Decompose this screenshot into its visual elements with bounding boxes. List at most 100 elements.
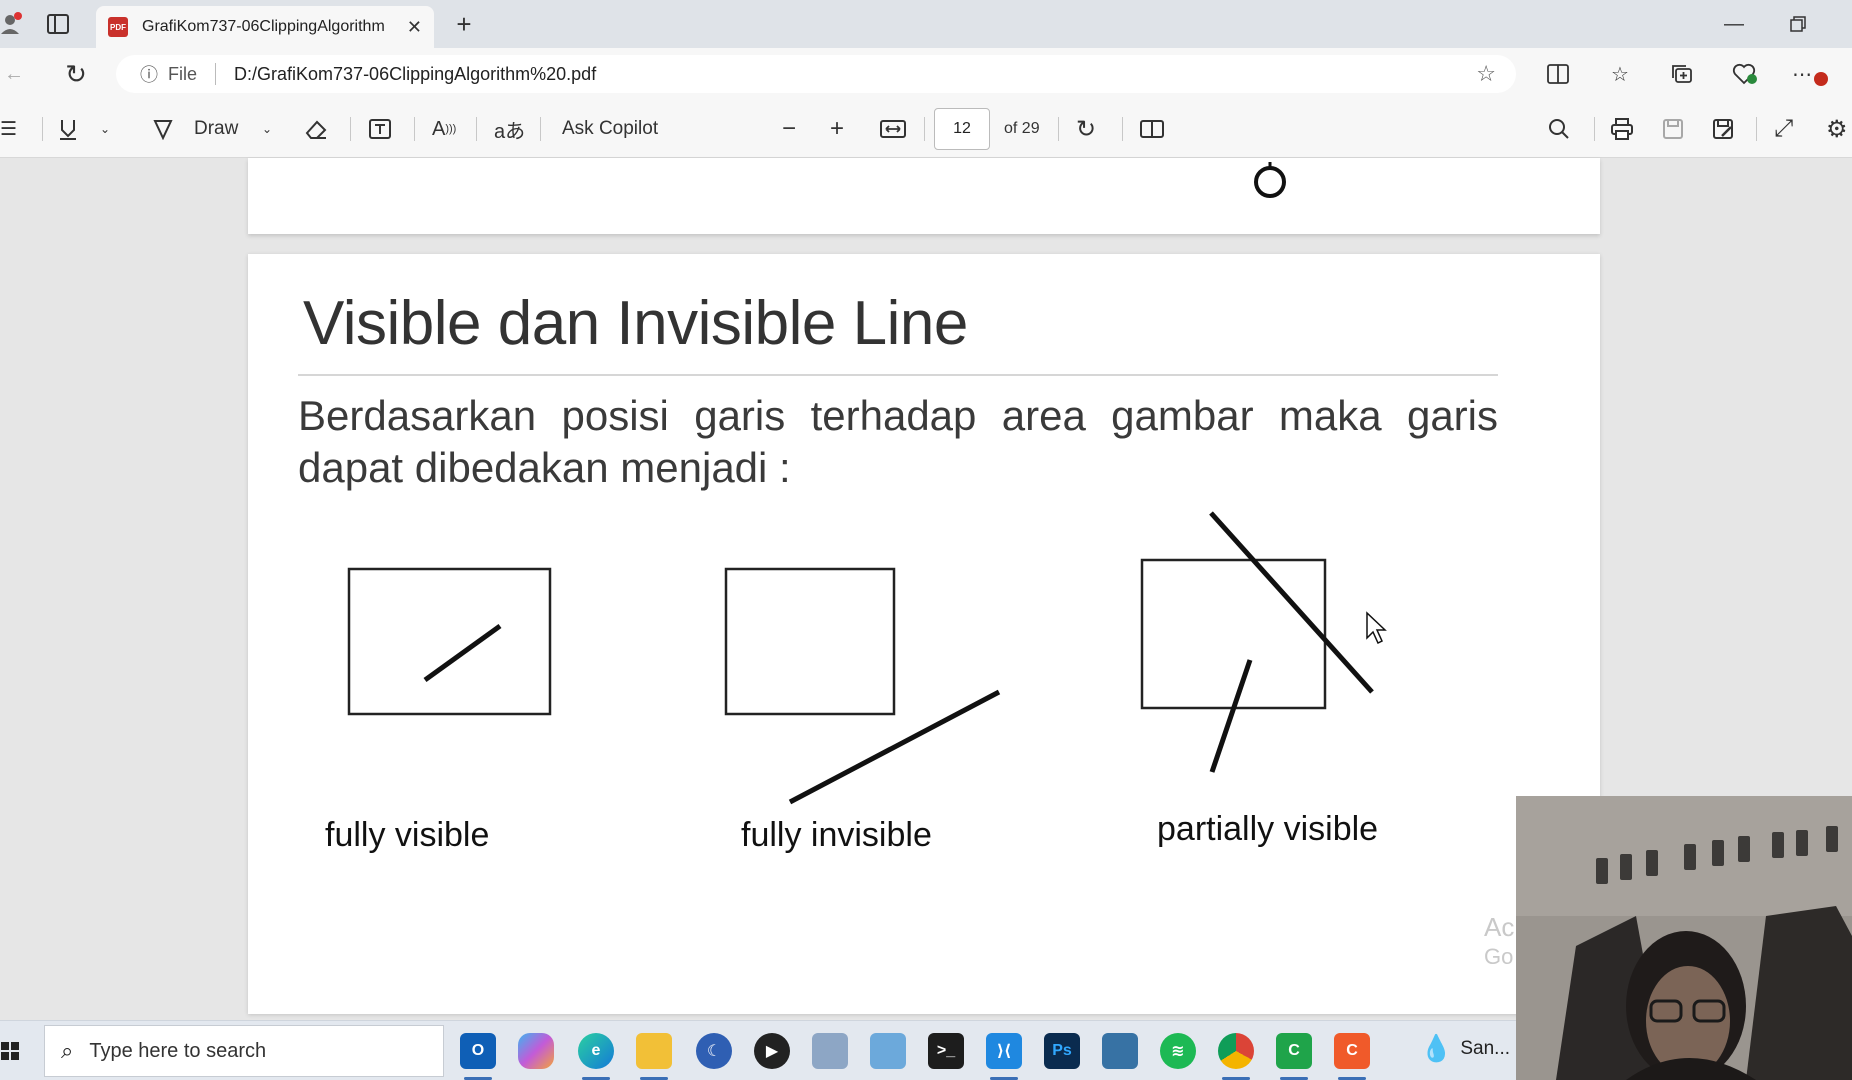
toolbar-divider bbox=[1122, 117, 1123, 141]
more-options-icon[interactable]: ⋯ bbox=[1792, 60, 1828, 88]
new-tab-icon[interactable]: + bbox=[448, 8, 480, 40]
page-view-icon[interactable] bbox=[1140, 100, 1168, 158]
address-url[interactable]: D:/GrafiKom737-06ClippingAlgorithm%20.pd… bbox=[234, 64, 596, 85]
browser-essentials-icon[interactable] bbox=[1730, 60, 1760, 88]
browser-icon[interactable]: ☾ bbox=[696, 1033, 732, 1069]
address-toolbar: ← ↻ ⓘ File D:/GrafiKom737-06ClippingAlgo… bbox=[0, 48, 1852, 100]
caption-fully-invisible: fully invisible bbox=[741, 816, 932, 854]
toolbar-divider bbox=[414, 117, 415, 141]
profile-icon[interactable] bbox=[0, 10, 24, 38]
taskbar-search-box[interactable]: ⌕ Type here to search bbox=[44, 1025, 444, 1077]
eraser-icon[interactable] bbox=[304, 100, 332, 158]
info-icon[interactable]: ⓘ bbox=[140, 61, 158, 87]
toolbar-divider bbox=[924, 117, 925, 141]
app-icon[interactable] bbox=[812, 1033, 848, 1069]
browser-tab-bar: PDF GrafiKom737-06ClippingAlgorithm ✕ + … bbox=[0, 0, 1852, 48]
clip-window-3 bbox=[1140, 558, 1327, 710]
search-icon: ⌕ bbox=[61, 1038, 74, 1063]
tab-close-icon[interactable]: ✕ bbox=[407, 17, 422, 38]
pdf-icon: PDF bbox=[108, 17, 128, 37]
address-prefix: File bbox=[168, 63, 198, 84]
fit-width-icon[interactable] bbox=[880, 100, 910, 158]
draw-icon[interactable] bbox=[152, 100, 178, 158]
clip-window-1 bbox=[347, 567, 552, 716]
print-icon[interactable] bbox=[1610, 100, 1638, 158]
webcam-image bbox=[1516, 796, 1852, 1080]
webcam-overlay bbox=[1516, 796, 1852, 1080]
line-partially-visible-2 bbox=[1209, 659, 1253, 773]
app-orange-icon[interactable]: C bbox=[1334, 1033, 1370, 1080]
draw-dropdown-icon[interactable]: ⌄ bbox=[262, 100, 272, 158]
add-text-icon[interactable] bbox=[368, 100, 396, 158]
outlook-icon[interactable]: O bbox=[460, 1033, 496, 1080]
pdf-toolbar: ☰ ⌄ Draw ⌄ A))) aあ Ask Copilot − + 12 of… bbox=[0, 100, 1852, 158]
restore-icon[interactable] bbox=[1784, 10, 1812, 38]
clipping-diagram bbox=[347, 511, 1387, 805]
remote-desktop-icon[interactable] bbox=[870, 1033, 906, 1069]
tab-active[interactable]: PDF GrafiKom737-06ClippingAlgorithm ✕ bbox=[96, 6, 434, 48]
weather-widget[interactable]: 💧 San... bbox=[1420, 1033, 1510, 1064]
rotate-icon[interactable]: ↻ bbox=[1076, 100, 1096, 158]
windows-taskbar: ⌕ Type here to search O e ☾ ▶ >_ ⟩⟨ Ps ≋… bbox=[0, 1020, 1516, 1080]
line-partially-visible-1 bbox=[1209, 511, 1374, 694]
read-aloud-icon[interactable]: A))) bbox=[432, 100, 456, 158]
tab-actions-icon[interactable] bbox=[44, 10, 72, 38]
collections-icon[interactable] bbox=[1668, 60, 1696, 88]
vscode-icon[interactable]: ⟩⟨ bbox=[986, 1033, 1022, 1080]
highlight-icon[interactable] bbox=[58, 100, 84, 158]
favorite-star-icon[interactable]: ☆ bbox=[1476, 61, 1496, 87]
rain-drop-icon: 💧 bbox=[1420, 1033, 1453, 1063]
toolbar-divider bbox=[1058, 117, 1059, 141]
zoom-in-icon[interactable]: + bbox=[830, 100, 844, 158]
translate-icon[interactable]: aあ bbox=[494, 100, 525, 158]
zoom-out-icon[interactable]: − bbox=[782, 100, 796, 158]
refresh-icon[interactable]: ↻ bbox=[60, 58, 92, 90]
address-bar[interactable]: ⓘ File D:/GrafiKom737-06ClippingAlgorith… bbox=[116, 55, 1516, 93]
line-fully-visible bbox=[423, 623, 502, 683]
toolbar-divider bbox=[1594, 117, 1595, 141]
pdf-page: Visible dan Invisible Line Berdasarkan p… bbox=[248, 254, 1600, 1014]
windows-start-icon[interactable] bbox=[0, 1037, 20, 1065]
tab-title: GrafiKom737-06ClippingAlgorithm bbox=[142, 18, 385, 35]
chrome-icon[interactable] bbox=[1218, 1033, 1254, 1080]
spotify-icon[interactable]: ≋ bbox=[1160, 1033, 1196, 1069]
media-player-icon[interactable]: ▶ bbox=[754, 1033, 790, 1069]
clip-window-2 bbox=[724, 567, 896, 716]
split-screen-icon[interactable] bbox=[1544, 60, 1572, 88]
search-icon[interactable] bbox=[1548, 100, 1574, 158]
terminal-icon[interactable]: >_ bbox=[928, 1033, 964, 1069]
toolbar-divider bbox=[540, 117, 541, 141]
contents-icon[interactable]: ☰ bbox=[0, 100, 26, 158]
draw-label[interactable]: Draw bbox=[194, 100, 238, 158]
settings-gear-icon[interactable]: ⚙ bbox=[1826, 100, 1848, 158]
page-number-input[interactable]: 12 bbox=[934, 108, 990, 150]
total-pages: of 29 bbox=[1004, 120, 1040, 137]
edge-icon[interactable]: e bbox=[578, 1033, 614, 1080]
minimize-icon[interactable]: — bbox=[1720, 10, 1748, 38]
previous-page-mark bbox=[1254, 162, 1286, 198]
activation-watermark-line1: Ac bbox=[1484, 912, 1515, 942]
favorites-icon[interactable]: ☆ bbox=[1606, 60, 1634, 88]
photoshop-icon[interactable]: Ps bbox=[1044, 1033, 1080, 1069]
ask-copilot-button[interactable]: Ask Copilot bbox=[562, 100, 658, 158]
save-as-icon[interactable] bbox=[1712, 100, 1740, 158]
activation-watermark-line2: Go bbox=[1484, 944, 1514, 969]
app-green-icon[interactable]: C bbox=[1276, 1033, 1312, 1080]
back-icon[interactable]: ← bbox=[0, 60, 28, 88]
caption-fully-visible: fully visible bbox=[325, 816, 490, 854]
fullscreen-icon[interactable]: ⤢ bbox=[1774, 100, 1793, 158]
toolbar-divider bbox=[476, 117, 477, 141]
file-explorer-icon[interactable] bbox=[636, 1033, 672, 1080]
toolbar-divider bbox=[350, 117, 351, 141]
copilot-icon[interactable] bbox=[518, 1033, 554, 1069]
search-placeholder: Type here to search bbox=[89, 1039, 267, 1062]
address-separator bbox=[215, 63, 217, 85]
highlight-dropdown-icon[interactable]: ⌄ bbox=[100, 100, 110, 158]
weather-label: San... bbox=[1460, 1037, 1511, 1059]
mouse-cursor bbox=[1366, 611, 1387, 645]
save-icon[interactable] bbox=[1662, 100, 1690, 158]
previous-page bbox=[248, 158, 1600, 234]
toolbar-divider bbox=[42, 117, 43, 141]
toolbar-divider bbox=[1756, 117, 1757, 141]
python-icon[interactable] bbox=[1102, 1033, 1138, 1069]
